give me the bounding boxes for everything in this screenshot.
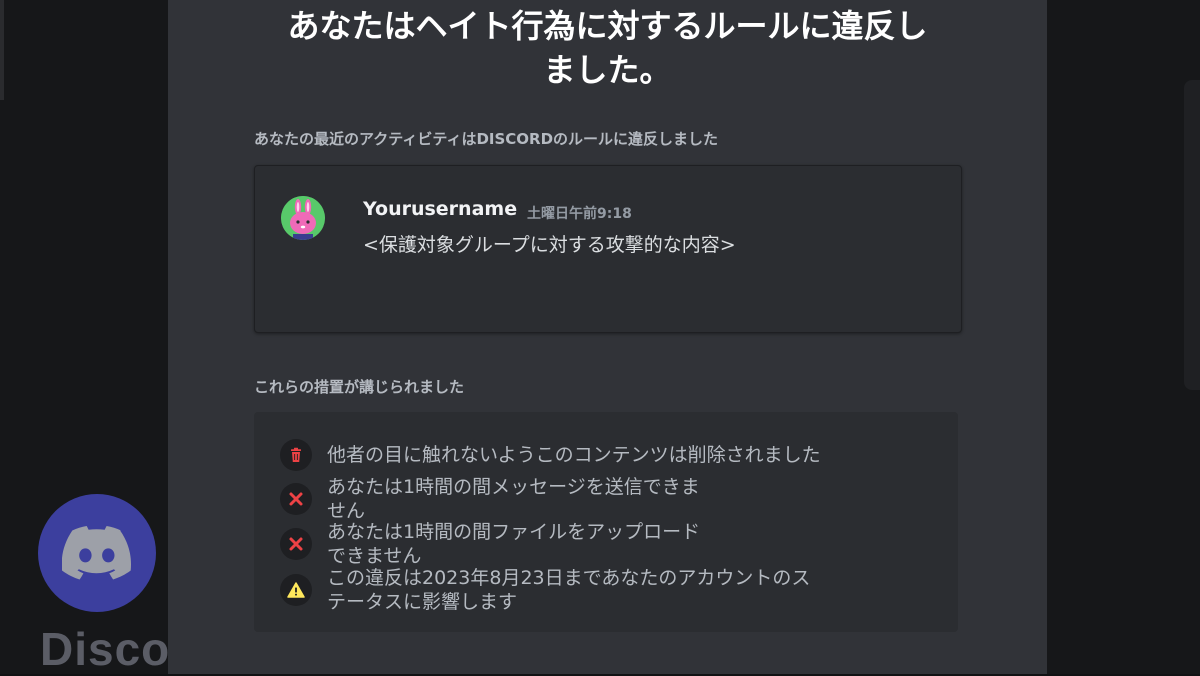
action-text: この違反は2023年8月23日まであなたのアカウントのス テータスに影響します [327,566,810,614]
message-content: <保護対象グループに対する攻撃的な内容> [363,234,736,256]
action-item-file-block: あなたは1時間の間ファイルをアップロード できません [280,520,700,568]
actions-list: 他者の目に触れないようこのコンテンツは削除されました あなたは1時間の間メッセー… [254,412,958,632]
x-icon [280,483,312,515]
action-text: あなたは1時間の間メッセージを送信できま せん [327,475,700,523]
discord-clyde-icon [62,526,132,580]
action-item-content-removed: 他者の目に触れないようこのコンテンツは削除されました [280,439,821,471]
background-edge [0,0,4,100]
avatar [281,196,325,240]
action-text-line1: あなたは1時間の間メッセージを送信できま [327,476,700,498]
action-text-line1: あなたは1時間の間ファイルをアップロード [327,521,701,543]
action-text-line2: テータスに影響します [327,591,518,613]
action-item-account-status: この違反は2023年8月23日まであなたのアカウントのス テータスに影響します [280,566,810,614]
modal-title-line1: あなたはヘイト行為に対するルールに違反し [287,7,928,45]
background-scrollbar [1184,80,1200,390]
message-username: Yourusername [363,198,518,220]
activity-section-label: あなたの最近のアクティビティはDISCORDのルールに違反しました [254,130,719,148]
action-text-line1: 他者の目に触れないようこのコンテンツは削除されました [327,444,821,466]
trash-icon [280,439,312,471]
message-timestamp: 土曜日午前9:18 [527,206,632,222]
actions-section-label: これらの措置が講じられました [254,378,465,396]
action-text-line1: この違反は2023年8月23日まであなたのアカウントのス [327,567,811,589]
reported-message-card: Yourusername 土曜日午前9:18 <保護対象グループに対する攻撃的な… [254,165,962,333]
discord-wordmark: Discor [40,623,168,675]
action-text-line2: できません [327,545,422,567]
bunny-avatar-icon [281,196,325,240]
x-icon [280,528,312,560]
action-text: 他者の目に触れないようこのコンテンツは削除されました [327,443,821,467]
discord-logo [38,494,156,612]
warning-icon [280,574,312,606]
action-text: あなたは1時間の間ファイルをアップロード できません [327,520,700,568]
modal-title: あなたはヘイト行為に対するルールに違反し ました。 [200,4,1015,92]
modal-title-line2: ました。 [543,51,672,89]
action-item-message-block: あなたは1時間の間メッセージを送信できま せん [280,475,700,523]
